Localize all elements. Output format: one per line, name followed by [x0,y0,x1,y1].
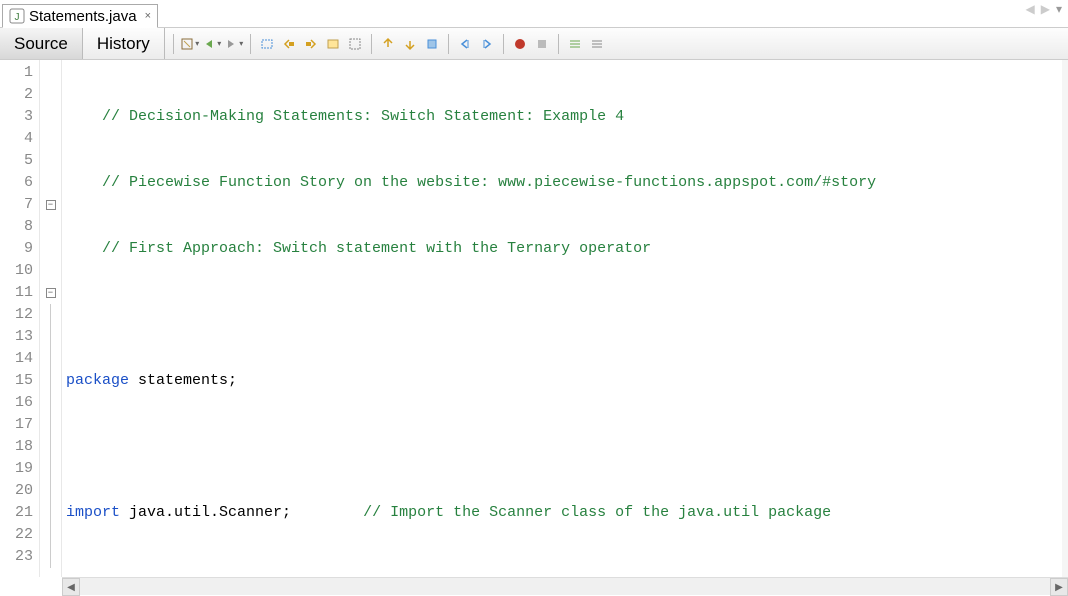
line-number: 21 [0,502,33,524]
toolbar-separator [250,34,251,54]
fold-toggle-icon[interactable]: − [46,200,56,210]
line-number: 6 [0,172,33,194]
line-number: 23 [0,546,33,568]
file-tab-label: Statements.java [29,8,137,25]
shift-left-icon[interactable] [455,34,475,54]
line-number: 11 [0,282,33,304]
comment-icon[interactable] [565,34,585,54]
code-line: // First Approach: Switch statement with… [66,238,1068,260]
line-number: 2 [0,84,33,106]
toggle-rect-select-icon[interactable] [345,34,365,54]
shift-right-icon[interactable] [477,34,497,54]
editor-toolbar-row: Source History [0,28,1068,60]
close-icon[interactable]: × [145,10,151,22]
file-tab-bar: J Statements.java × ◀ ▶ ▾ [0,0,1068,28]
code-text[interactable]: // Decision-Making Statements: Switch St… [62,60,1068,577]
fold-guide [50,524,51,546]
file-tab-statements[interactable]: J Statements.java × [2,4,158,28]
toolbar-separator [173,34,174,54]
scroll-left-icon[interactable]: ◀ [62,578,80,596]
find-prev-icon[interactable] [279,34,299,54]
fold-guide [50,458,51,480]
code-line: package statements; [66,370,1068,392]
line-number: 15 [0,370,33,392]
scroll-right-icon[interactable]: ▶ [1050,578,1068,596]
line-number: 12 [0,304,33,326]
line-number: 1 [0,62,33,84]
fold-guide [50,414,51,436]
fold-guide [50,348,51,370]
fold-gutter: − − [40,60,62,577]
start-macro-icon[interactable] [510,34,530,54]
fold-guide [50,546,51,568]
line-number: 20 [0,480,33,502]
fold-guide [50,392,51,414]
tab-nav-arrows: ◀ ▶ ▾ [1026,2,1063,16]
tab-history[interactable]: History [83,28,165,59]
find-selection-icon[interactable] [257,34,277,54]
toggle-bookmark-icon[interactable] [422,34,442,54]
line-number: 19 [0,458,33,480]
fold-guide [50,436,51,458]
fold-guide [50,370,51,392]
back-icon[interactable] [202,34,222,54]
code-line [66,436,1068,458]
line-number: 22 [0,524,33,546]
uncomment-icon[interactable] [587,34,607,54]
error-stripe [1062,60,1068,577]
line-number: 18 [0,436,33,458]
toggle-highlight-icon[interactable] [323,34,343,54]
toolbar-separator [558,34,559,54]
code-line: import java.util.Scanner; // Import the … [66,502,1068,524]
last-edit-icon[interactable] [180,34,200,54]
next-bookmark-icon[interactable] [400,34,420,54]
nav-right-icon[interactable]: ▶ [1041,2,1050,16]
fold-toggle-icon[interactable]: − [46,288,56,298]
fold-guide [50,304,51,326]
line-number: 3 [0,106,33,128]
line-number: 10 [0,260,33,282]
tab-list-icon[interactable]: ▾ [1056,2,1062,16]
line-number: 9 [0,238,33,260]
line-number: 4 [0,128,33,150]
forward-icon[interactable] [224,34,244,54]
java-file-icon: J [9,8,25,24]
toolbar-separator [371,34,372,54]
line-number: 13 [0,326,33,348]
code-line [66,568,1068,577]
line-number: 8 [0,216,33,238]
code-editor[interactable]: 1 2 3 4 5 6 7 8 9 10 11 12 13 14 15 16 1… [0,60,1068,577]
fold-guide [50,502,51,524]
code-line: // Piecewise Function Story on the websi… [66,172,1068,194]
fold-guide [50,480,51,502]
code-line [66,304,1068,326]
tab-source[interactable]: Source [0,28,83,59]
line-number: 17 [0,414,33,436]
find-next-icon[interactable] [301,34,321,54]
stop-macro-icon[interactable] [532,34,552,54]
svg-text:J: J [15,12,20,23]
line-number: 16 [0,392,33,414]
toolbar-separator [503,34,504,54]
prev-bookmark-icon[interactable] [378,34,398,54]
toolbar-separator [448,34,449,54]
nav-left-icon[interactable]: ◀ [1026,2,1035,16]
toolbar [165,28,611,59]
line-number: 7 [0,194,33,216]
line-number: 14 [0,348,33,370]
line-number: 5 [0,150,33,172]
code-line: // Decision-Making Statements: Switch St… [66,106,1068,128]
fold-guide [50,326,51,348]
line-number-gutter: 1 2 3 4 5 6 7 8 9 10 11 12 13 14 15 16 1… [0,60,40,577]
horizontal-scrollbar[interactable]: ◀ ▶ [62,577,1068,595]
